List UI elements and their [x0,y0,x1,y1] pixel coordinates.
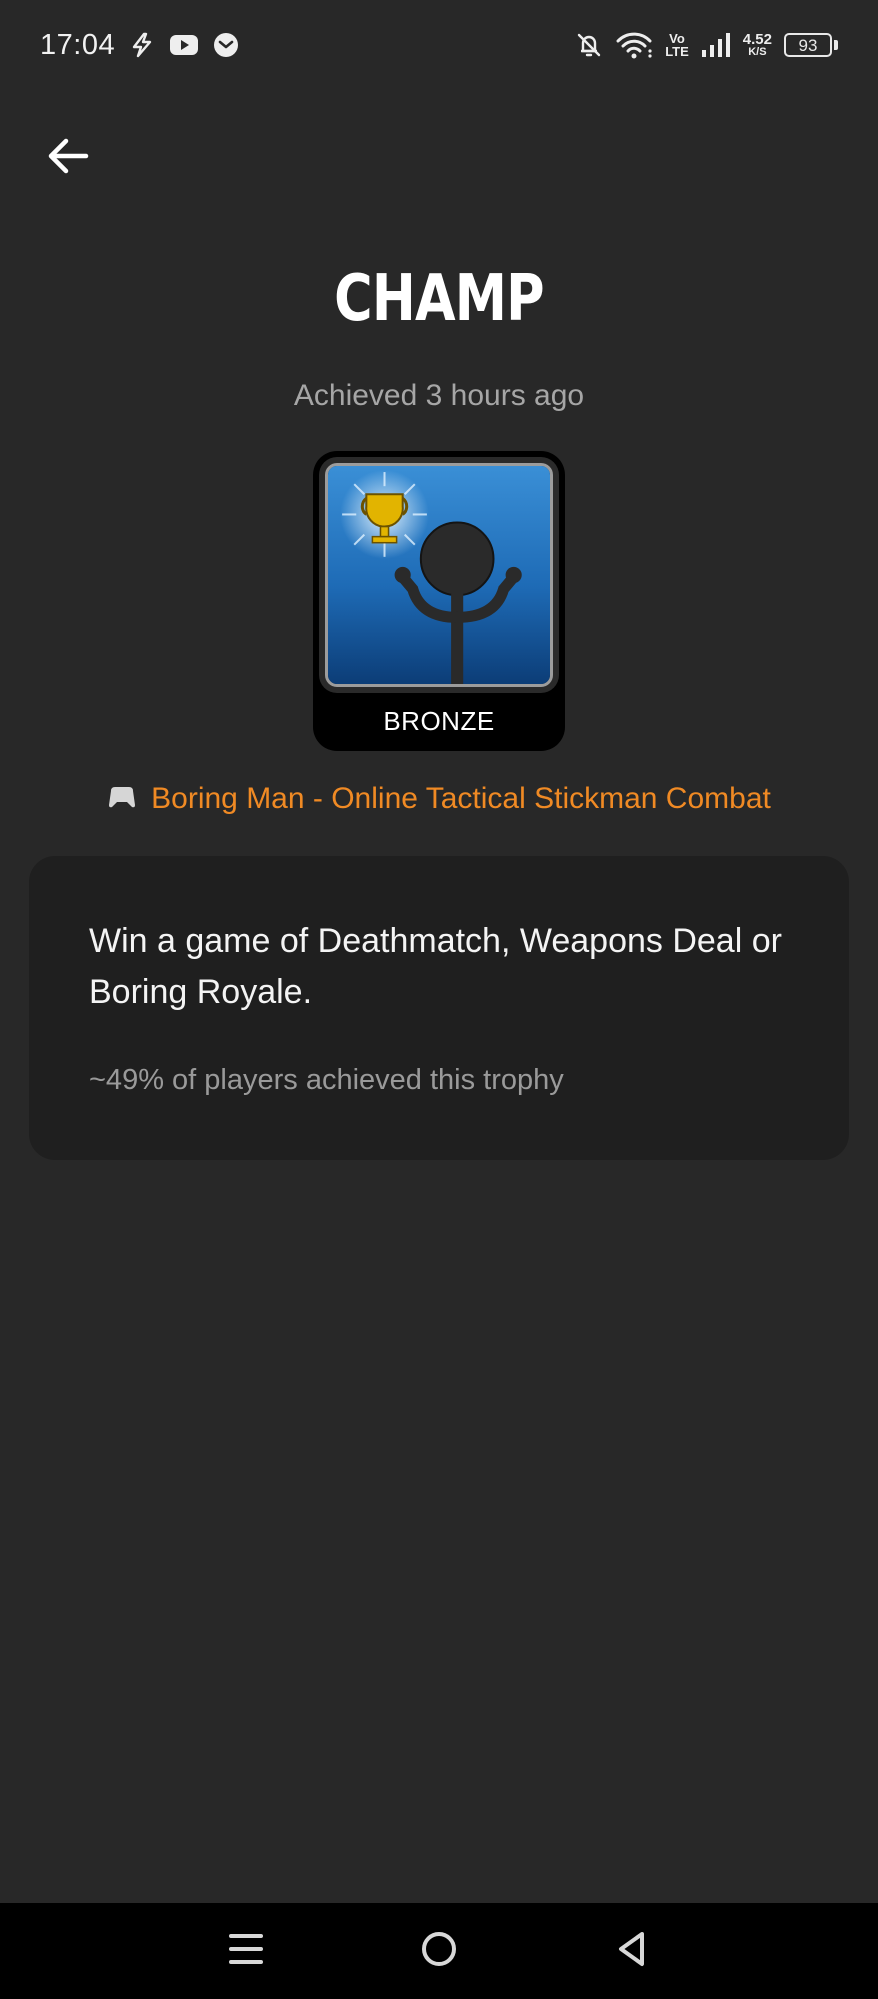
status-bar-left: 17:04 [40,29,239,62]
trophy-description: Win a game of Deathmatch, Weapons Deal o… [89,922,782,1011]
gamepad-icon [107,785,137,814]
network-speed: 4.52 K/S [743,32,772,58]
trophy-badge: BRONZE [313,451,565,751]
arrow-left-icon [46,136,90,181]
youtube-icon [169,34,199,56]
battery-cap [834,40,838,50]
back-triangle-icon [616,1930,648,1973]
bell-off-icon [575,31,603,59]
trophy-art-frame [319,457,559,693]
volte-bottom: LTE [665,44,689,59]
home-icon [420,1930,458,1973]
network-speed-value: 4.52 [742,31,772,48]
bolt-icon [129,32,155,58]
game-link[interactable]: Boring Man - Online Tactical Stickman Co… [0,782,878,816]
network-speed-unit: K/S [748,46,767,58]
battery-icon: 93 [784,33,838,57]
trophy-title: CHAMP [334,262,544,336]
status-bar: 17:04 Vo LTE 4.52 K/S 93 [0,0,878,90]
achieved-time: Achieved 3 hours ago [293,379,585,412]
back-button[interactable] [40,130,96,186]
home-button[interactable] [409,1921,469,1981]
trophy-rarity: ~49% of players achieved this trophy [89,1064,564,1096]
stickman-trophy-image [325,463,553,687]
game-name: Boring Man - Online Tactical Stickman Co… [151,782,771,815]
wifi-icon [615,31,653,59]
volte-indicator: Vo LTE [665,32,689,58]
back-nav-button[interactable] [602,1921,662,1981]
menu-icon [228,1932,264,1971]
signal-icon [701,32,731,58]
message-icon [213,32,239,58]
trophy-detail-screen: 17:04 Vo LTE 4.52 K/S 93 CHAMP Achieved … [0,0,878,1999]
status-bar-right: Vo LTE 4.52 K/S 93 [575,31,838,59]
status-time: 17:04 [40,28,116,61]
system-nav-bar [0,1903,878,1999]
menu-button[interactable] [216,1921,276,1981]
trophy-tier: BRONZE [383,706,495,736]
battery-level: 93 [784,33,832,57]
description-card: Win a game of Deathmatch, Weapons Deal o… [29,856,849,1160]
